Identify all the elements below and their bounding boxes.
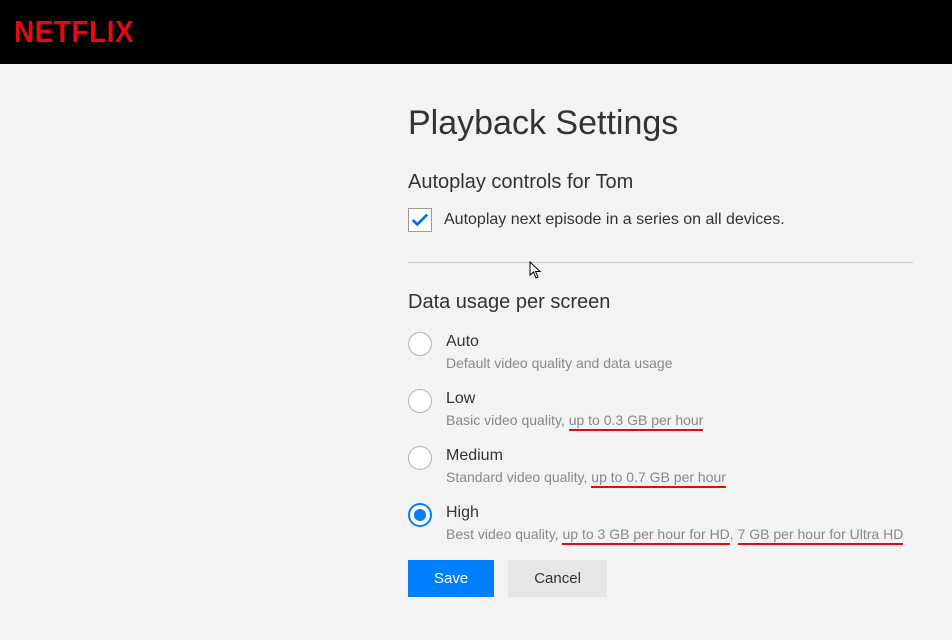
underline: 7 GB per hour for Ultra HD bbox=[738, 526, 904, 545]
radio-high[interactable] bbox=[408, 503, 432, 527]
checkmark-icon bbox=[411, 212, 429, 228]
radio-row-medium: Medium Standard video quality, up to 0.7… bbox=[408, 446, 920, 485]
radio-content: Auto Default video quality and data usag… bbox=[446, 332, 673, 371]
autoplay-heading: Autoplay controls for Tom bbox=[408, 171, 920, 194]
radio-desc: Best video quality, up to 3 GB per hour … bbox=[446, 526, 903, 542]
radio-desc: Basic video quality, up to 0.3 GB per ho… bbox=[446, 412, 703, 428]
radio-row-auto: Auto Default video quality and data usag… bbox=[408, 332, 920, 371]
underline: up to 0.3 GB per hour bbox=[569, 412, 704, 431]
radio-title: Low bbox=[446, 390, 703, 408]
netflix-logo: NETFLIX bbox=[14, 14, 134, 49]
radio-row-low: Low Basic video quality, up to 0.3 GB pe… bbox=[408, 389, 920, 428]
radio-title: Auto bbox=[446, 333, 673, 351]
radio-title: High bbox=[446, 504, 903, 522]
radio-desc: Standard video quality, up to 0.7 GB per… bbox=[446, 469, 726, 485]
button-row: Save Cancel bbox=[408, 560, 920, 597]
content: Playback Settings Autoplay controls for … bbox=[0, 64, 920, 597]
radio-row-high: High Best video quality, up to 3 GB per … bbox=[408, 503, 920, 542]
cancel-button[interactable]: Cancel bbox=[508, 560, 607, 597]
autoplay-next-episode-checkbox[interactable] bbox=[408, 208, 432, 232]
radio-desc: Default video quality and data usage bbox=[446, 355, 673, 371]
page-title: Playback Settings bbox=[408, 104, 920, 143]
divider bbox=[408, 262, 913, 263]
radio-content: Medium Standard video quality, up to 0.7… bbox=[446, 446, 726, 485]
radio-low[interactable] bbox=[408, 389, 432, 413]
radio-medium[interactable] bbox=[408, 446, 432, 470]
data-usage-radio-group: Auto Default video quality and data usag… bbox=[408, 332, 920, 542]
data-usage-heading: Data usage per screen bbox=[408, 291, 920, 314]
autoplay-checkbox-row: Autoplay next episode in a series on all… bbox=[408, 208, 920, 232]
underline: up to 3 GB per hour for HD bbox=[562, 526, 729, 545]
autoplay-checkbox-label: Autoplay next episode in a series on all… bbox=[444, 211, 785, 229]
radio-content: Low Basic video quality, up to 0.3 GB pe… bbox=[446, 389, 703, 428]
topbar: NETFLIX bbox=[0, 0, 952, 64]
underline: up to 0.7 GB per hour bbox=[591, 469, 726, 488]
radio-content: High Best video quality, up to 3 GB per … bbox=[446, 503, 903, 542]
save-button[interactable]: Save bbox=[408, 560, 494, 597]
radio-title: Medium bbox=[446, 447, 726, 465]
radio-auto[interactable] bbox=[408, 332, 432, 356]
